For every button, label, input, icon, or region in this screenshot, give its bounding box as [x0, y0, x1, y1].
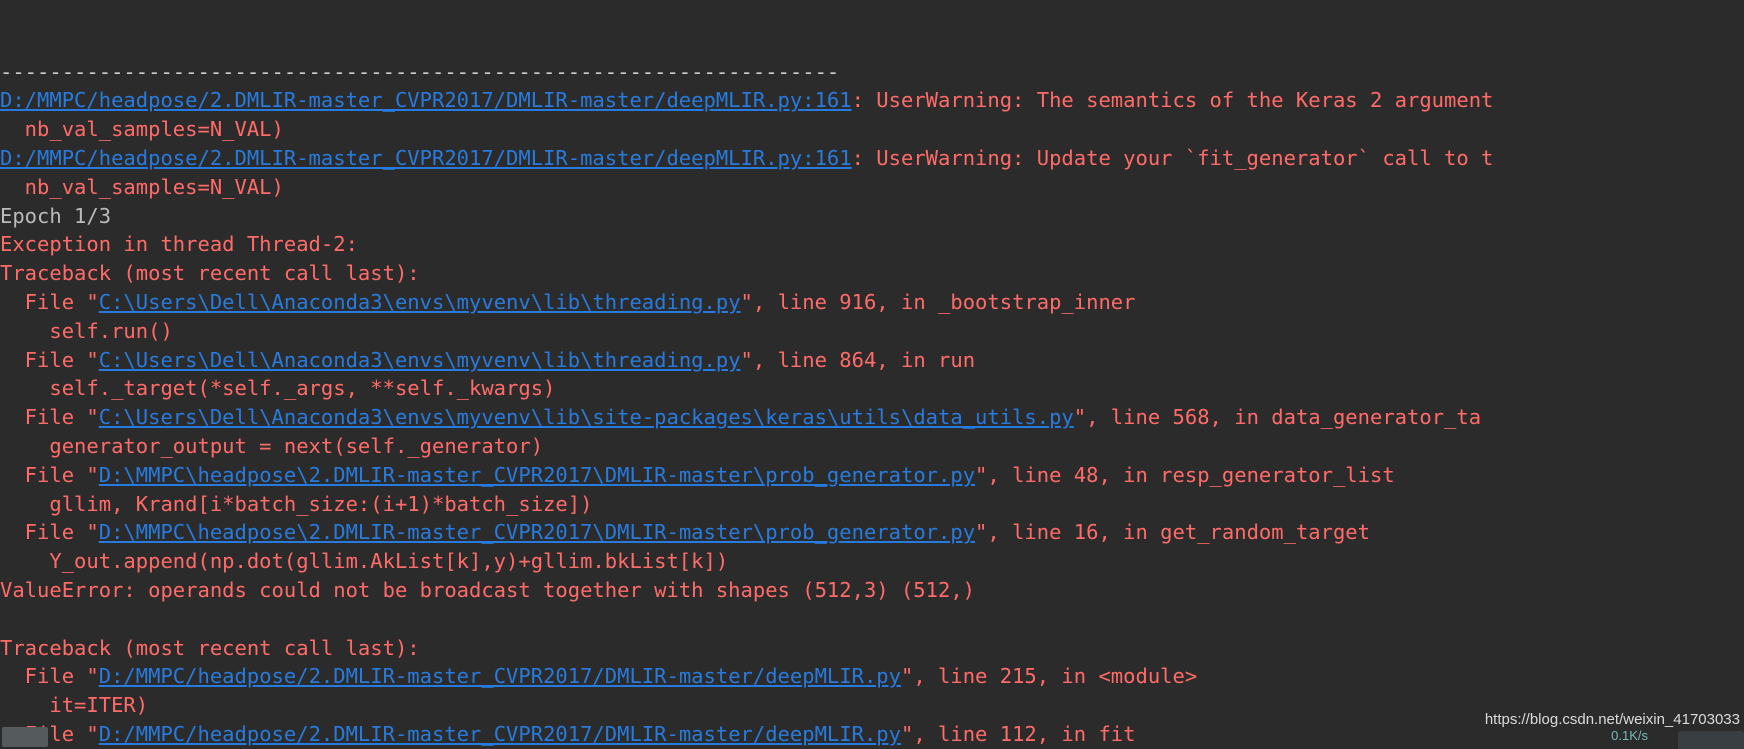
console-line: Epoch 1/3	[0, 202, 1744, 231]
file-path-link[interactable]: D:/MMPC/headpose/2.DMLIR-master_CVPR2017…	[99, 664, 901, 688]
console-line: it=ITER)	[0, 691, 1744, 720]
console-line: Exception in thread Thread-2:	[0, 230, 1744, 259]
console-line: nb_val_samples=N_VAL)	[0, 115, 1744, 144]
console-text: File "	[0, 289, 99, 314]
console-text: generator_output = next(self._generator)	[0, 433, 544, 458]
file-path-link[interactable]: D:\MMPC\headpose\2.DMLIR-master_CVPR2017…	[99, 520, 975, 544]
console-text: nb_val_samples=N_VAL)	[0, 117, 284, 142]
console-text: ", line 568, in data_generator_ta	[1073, 405, 1482, 430]
console-text: gllim, Krand[i*batch_size:(i+1)*batch_si…	[0, 491, 593, 516]
console-text: ", line 864, in run	[740, 347, 976, 372]
console-text: self._target(*self._args, **self._kwargs…	[0, 376, 556, 401]
console-line: generator_output = next(self._generator)	[0, 432, 1744, 461]
console-text: File "	[0, 462, 99, 487]
file-path-link[interactable]: D:\MMPC\headpose\2.DMLIR-master_CVPR2017…	[99, 463, 975, 487]
console-line: Traceback (most recent call last):	[0, 259, 1744, 288]
console-line: File "D:\MMPC\headpose\2.DMLIR-master_CV…	[0, 518, 1744, 547]
console-text: ----------------------------------------…	[0, 59, 840, 84]
console-line: File "C:\Users\Dell\Anaconda3\envs\myven…	[0, 403, 1744, 432]
console-text: Traceback (most recent call last):	[0, 261, 420, 286]
file-path-link[interactable]: C:\Users\Dell\Anaconda3\envs\myvenv\lib\…	[99, 290, 741, 314]
network-speed-indicator: 0.1K/s	[1611, 728, 1648, 744]
console-text: : UserWarning: Update your `fit_generato…	[851, 145, 1494, 170]
console-line: File "D:/MMPC/headpose/2.DMLIR-master_CV…	[0, 720, 1744, 749]
console-output-panel[interactable]: ----------------------------------------…	[0, 0, 1744, 749]
file-path-link[interactable]: D:/MMPC/headpose/2.DMLIR-master_CVPR2017…	[0, 88, 852, 112]
console-line: D:/MMPC/headpose/2.DMLIR-master_CVPR2017…	[0, 144, 1744, 173]
file-path-link[interactable]: D:/MMPC/headpose/2.DMLIR-master_CVPR2017…	[0, 146, 852, 170]
console-text: ", line 215, in <module>	[900, 664, 1198, 689]
console-text: File "	[0, 520, 99, 545]
console-text: nb_val_samples=N_VAL)	[0, 174, 284, 199]
console-text: ", line 16, in get_random_target	[975, 520, 1370, 545]
taskbar-widget	[1678, 731, 1744, 749]
file-path-link[interactable]: C:\Users\Dell\Anaconda3\envs\myvenv\lib\…	[99, 348, 741, 372]
console-text: File "	[0, 347, 99, 372]
console-text: ValueError: operands could not be broadc…	[0, 577, 976, 602]
console-line: self._target(*self._args, **self._kwargs…	[0, 374, 1744, 403]
console-lines: ----------------------------------------…	[0, 58, 1744, 749]
console-line: gllim, Krand[i*batch_size:(i+1)*batch_si…	[0, 490, 1744, 519]
console-line: D:/MMPC/headpose/2.DMLIR-master_CVPR2017…	[0, 86, 1744, 115]
console-line: ValueError: operands could not be broadc…	[0, 576, 1744, 605]
console-text: Epoch 1/3	[0, 203, 112, 228]
console-text: File "	[0, 664, 99, 689]
console-line: File "C:\Users\Dell\Anaconda3\envs\myven…	[0, 346, 1744, 375]
console-line: nb_val_samples=N_VAL)	[0, 173, 1744, 202]
console-text: ", line 916, in _bootstrap_inner	[740, 289, 1136, 314]
console-text: File "	[0, 405, 99, 430]
console-text: self.run()	[0, 318, 173, 343]
console-text: ", line 112, in fit	[900, 721, 1136, 746]
console-line: File "D:/MMPC/headpose/2.DMLIR-master_CV…	[0, 662, 1744, 691]
console-text: it=ITER)	[0, 693, 149, 718]
file-path-link[interactable]: D:/MMPC/headpose/2.DMLIR-master_CVPR2017…	[99, 722, 901, 746]
console-text: ", line 48, in resp_generator_list	[975, 462, 1395, 487]
console-line: Traceback (most recent call last):	[0, 634, 1744, 663]
console-text: Y_out.append(np.dot(gllim.AkList[k],y)+g…	[0, 549, 729, 574]
console-line: self.run()	[0, 317, 1744, 346]
scrollbar-thumb[interactable]	[2, 727, 48, 747]
console-line: Y_out.append(np.dot(gllim.AkList[k],y)+g…	[0, 547, 1744, 576]
console-text: Exception in thread Thread-2:	[0, 232, 358, 257]
console-line: ----------------------------------------…	[0, 58, 1744, 87]
file-path-link[interactable]: C:\Users\Dell\Anaconda3\envs\myvenv\lib\…	[99, 405, 1074, 429]
console-text: Traceback (most recent call last):	[0, 635, 420, 660]
console-line: File "D:\MMPC\headpose\2.DMLIR-master_CV…	[0, 461, 1744, 490]
console-line: File "C:\Users\Dell\Anaconda3\envs\myven…	[0, 288, 1744, 317]
console-text: : UserWarning: The semantics of the Kera…	[851, 88, 1506, 113]
